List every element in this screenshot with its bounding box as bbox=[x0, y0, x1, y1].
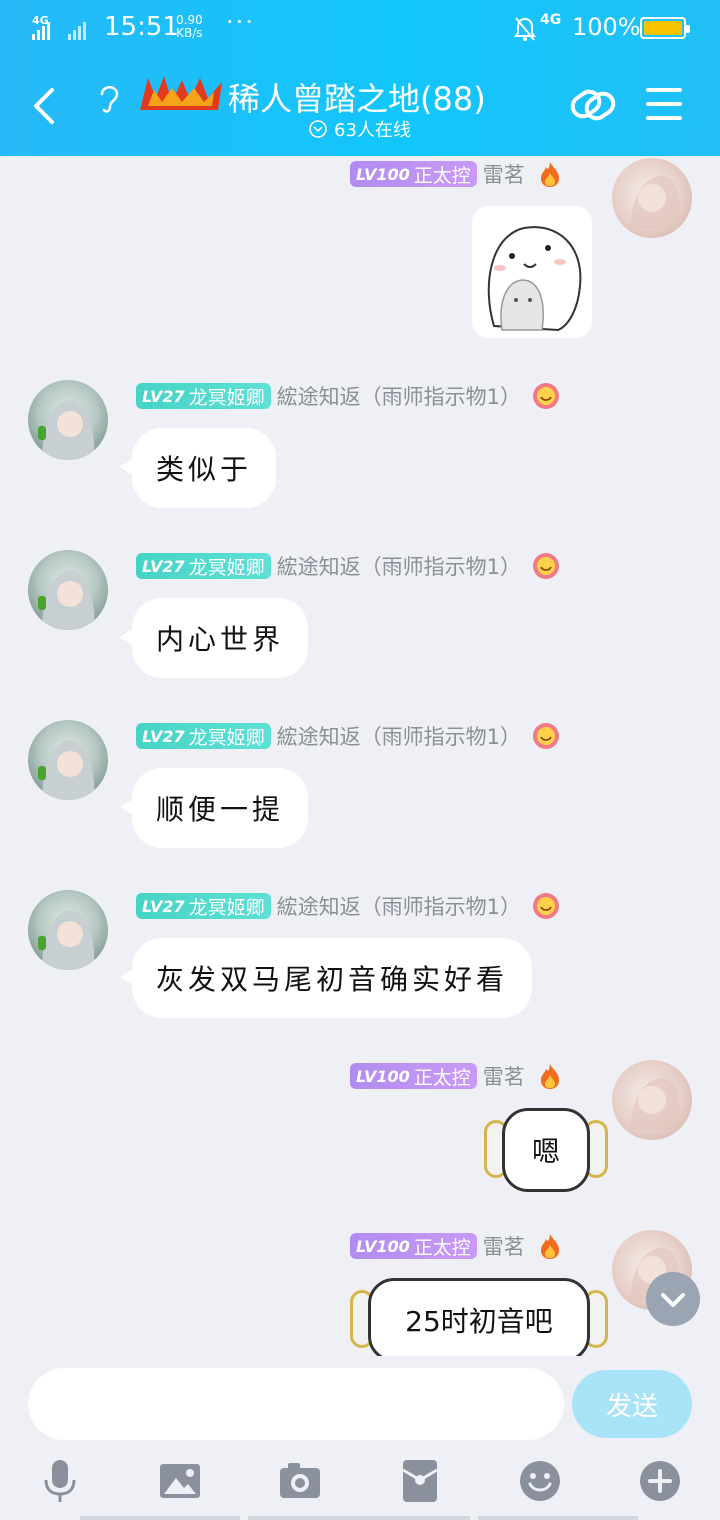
sender-name[interactable]: 雷茗 bbox=[483, 159, 525, 189]
sender-name[interactable]: 雷茗 bbox=[483, 1231, 525, 1261]
group-name: 稀人曾踏之地 bbox=[228, 80, 421, 118]
chevron-down-circle-icon bbox=[309, 120, 327, 138]
nav-indicator bbox=[478, 1516, 638, 1520]
emoji-icon[interactable] bbox=[518, 1458, 562, 1504]
camera-icon[interactable] bbox=[278, 1458, 322, 1504]
member-title: 正太控 bbox=[413, 164, 471, 187]
member-title: 龙冥姬卿 bbox=[188, 896, 265, 919]
battery-percent: 100% bbox=[572, 13, 641, 41]
fire-icon bbox=[540, 162, 559, 187]
smiley-flower-icon bbox=[533, 383, 560, 409]
scroll-to-bottom-button[interactable] bbox=[646, 1272, 700, 1326]
level-badge: LV27 龙冥姬卿 bbox=[136, 723, 271, 749]
level-badge: LV100 正太控 bbox=[350, 1233, 477, 1259]
avatar[interactable] bbox=[28, 380, 108, 460]
level-badge: LV27 龙冥姬卿 bbox=[136, 553, 271, 579]
member-title: 龙冥姬卿 bbox=[188, 726, 265, 749]
level-label: LV27 bbox=[142, 556, 185, 576]
sender-name[interactable]: 綋途知返（雨师指示物1） bbox=[277, 381, 521, 411]
smiley-flower-icon bbox=[533, 553, 560, 579]
message-bubble[interactable]: 25时初音吧 bbox=[350, 1278, 608, 1356]
message-bubble[interactable]: 类似于 bbox=[119, 428, 277, 508]
sender-name[interactable]: 綋途知返（雨师指示物1） bbox=[277, 551, 521, 581]
group-member-count: (88) bbox=[420, 80, 486, 118]
sender-meta: LV27 龙冥姬卿 綋途知返（雨师指示物1） bbox=[136, 892, 561, 920]
send-button[interactable]: 发送 bbox=[572, 1370, 692, 1438]
sender-meta: LV100 正太控 雷茗 bbox=[350, 1062, 565, 1090]
chat-message-list[interactable]: LV100 正太控 雷茗 LV27 龙冥姬卿 綋途知返（雨师指示物1） 类似于 … bbox=[0, 156, 720, 1356]
member-title: 龙冥姬卿 bbox=[188, 386, 265, 409]
level-badge: LV100 正太控 bbox=[350, 161, 477, 187]
signal-icon: 4G bbox=[32, 14, 86, 40]
smiley-flower-icon bbox=[533, 723, 560, 749]
fire-icon bbox=[540, 1064, 559, 1089]
level-badge: LV27 龙冥姬卿 bbox=[136, 893, 271, 919]
network-speed-unit: KB/s bbox=[176, 26, 203, 40]
online-count: 63人在线 bbox=[334, 120, 411, 141]
input-bar: 发送 bbox=[0, 1356, 720, 1520]
smiley-flower-icon bbox=[533, 893, 560, 919]
status-time: 15:51 bbox=[104, 12, 179, 42]
chat-header: 4G 15:51 0.90 KB/s ··· 4G 100% 稀人曾踏之地(88… bbox=[0, 0, 720, 156]
message-bubble[interactable]: 顺便一提 bbox=[119, 768, 309, 848]
plus-icon[interactable] bbox=[638, 1458, 682, 1504]
link-icon[interactable] bbox=[566, 82, 620, 128]
ear-icon[interactable] bbox=[94, 80, 124, 116]
network-right-label: 4G bbox=[540, 12, 562, 28]
message-bubble[interactable]: 嗯 bbox=[484, 1108, 608, 1192]
sender-name[interactable]: 綋途知返（雨师指示物1） bbox=[277, 891, 521, 921]
mute-bell-icon bbox=[514, 17, 536, 41]
message-text: 25时初音吧 bbox=[368, 1278, 590, 1356]
avatar[interactable] bbox=[28, 890, 108, 970]
level-label: LV27 bbox=[142, 726, 185, 746]
microphone-icon[interactable] bbox=[38, 1458, 82, 1504]
sender-meta: LV27 龙冥姬卿 綋途知返（雨师指示物1） bbox=[136, 552, 561, 580]
back-button[interactable] bbox=[26, 84, 62, 128]
member-title: 龙冥姬卿 bbox=[188, 556, 265, 579]
chevron-down-icon bbox=[661, 1293, 685, 1307]
online-count-row[interactable]: 63人在线 bbox=[308, 116, 411, 142]
avatar[interactable] bbox=[612, 1060, 692, 1140]
nav-indicator bbox=[80, 1516, 240, 1520]
member-title: 正太控 bbox=[413, 1066, 471, 1089]
message-bubble[interactable]: 灰发双马尾初音确实好看 bbox=[119, 938, 533, 1018]
avatar[interactable] bbox=[28, 720, 108, 800]
sender-meta: LV27 龙冥姬卿 綋途知返（雨师指示物1） bbox=[136, 382, 561, 410]
member-title: 正太控 bbox=[413, 1236, 471, 1259]
battery-icon bbox=[640, 17, 690, 39]
status-bar: 4G 15:51 0.90 KB/s ··· 4G 100% bbox=[0, 0, 720, 58]
group-logo-icon bbox=[140, 76, 222, 110]
input-toolbar bbox=[0, 1458, 720, 1508]
message-text: 嗯 bbox=[502, 1108, 590, 1192]
avatar[interactable] bbox=[612, 158, 692, 238]
sender-name[interactable]: 雷茗 bbox=[483, 1061, 525, 1091]
level-label: LV100 bbox=[356, 164, 410, 184]
avatar[interactable] bbox=[28, 550, 108, 630]
sender-meta: LV100 正太控 雷茗 bbox=[350, 160, 565, 188]
sender-name[interactable]: 綋途知返（雨师指示物1） bbox=[277, 721, 521, 751]
more-notifications-dots: ··· bbox=[226, 8, 255, 36]
network-left-label: 4G bbox=[32, 14, 49, 27]
level-label: LV100 bbox=[356, 1066, 410, 1086]
menu-icon[interactable] bbox=[646, 88, 682, 120]
level-badge: LV100 正太控 bbox=[350, 1063, 477, 1089]
sender-meta: LV100 正太控 雷茗 bbox=[350, 1232, 565, 1260]
message-bubble[interactable]: 内心世界 bbox=[119, 598, 309, 678]
fire-icon bbox=[540, 1234, 559, 1259]
sticker-image[interactable] bbox=[472, 206, 592, 338]
sender-meta: LV27 龙冥姬卿 綋途知返（雨师指示物1） bbox=[136, 722, 561, 750]
level-label: LV27 bbox=[142, 896, 185, 916]
level-label: LV100 bbox=[356, 1236, 410, 1256]
nav-indicator bbox=[248, 1516, 470, 1520]
message-input[interactable] bbox=[28, 1368, 564, 1440]
level-label: LV27 bbox=[142, 386, 185, 406]
level-badge: LV27 龙冥姬卿 bbox=[136, 383, 271, 409]
red-packet-icon[interactable] bbox=[398, 1458, 442, 1504]
network-speed: 0.90 KB/s bbox=[176, 14, 203, 40]
group-title: 稀人曾踏之地(88) bbox=[228, 74, 486, 120]
image-icon[interactable] bbox=[158, 1458, 202, 1504]
